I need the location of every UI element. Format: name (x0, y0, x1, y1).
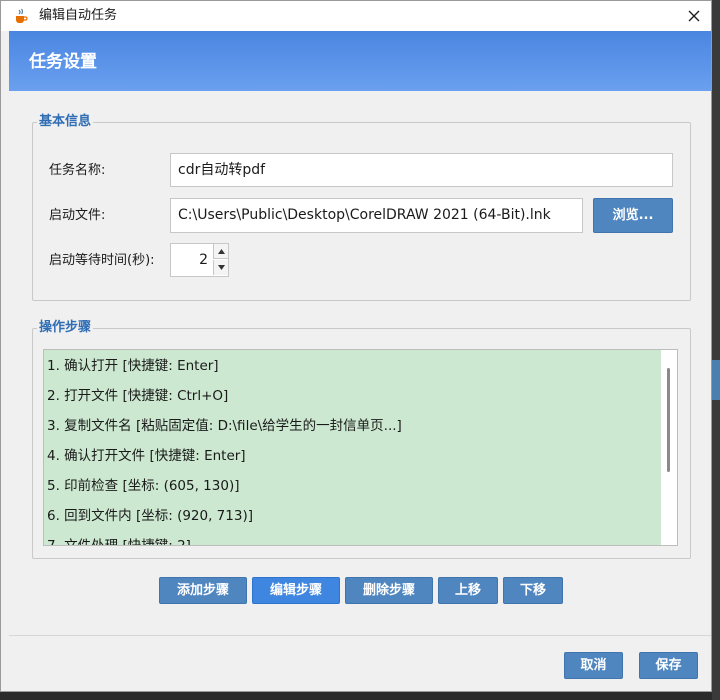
edit-step-button[interactable]: 编辑步骤 (252, 577, 340, 604)
steps-group-label: 操作步骤 (37, 320, 94, 336)
steps-scrollbar[interactable] (661, 350, 677, 545)
wait-time-label: 启动等待时间(秒): (49, 253, 155, 268)
close-icon[interactable] (683, 6, 705, 26)
basic-info-group-label: 基本信息 (37, 114, 94, 130)
header-title: 任务设置 (29, 52, 97, 72)
move-down-button[interactable]: 下移 (503, 577, 563, 604)
list-item[interactable]: 2. 打开文件 [快捷键: Ctrl+O] (47, 381, 228, 411)
wait-time-value[interactable]: 2 (199, 244, 208, 276)
steps-list[interactable]: 1. 确认打开 [快捷键: Enter] 2. 打开文件 [快捷键: Ctrl+… (43, 349, 678, 546)
list-item[interactable]: 3. 复制文件名 [粘贴固定值: D:\file\给学生的一封信单页...] (47, 411, 402, 441)
start-file-label: 启动文件: (49, 208, 106, 223)
background-window-strip (712, 0, 720, 700)
edit-task-dialog: 编辑自动任务 任务设置 基本信息 任务名称: cdr自动转pdf 启动文件: C… (0, 0, 712, 692)
background-window-fragment (712, 360, 720, 400)
title-bar[interactable]: 编辑自动任务 (1, 1, 711, 31)
add-step-button[interactable]: 添加步骤 (159, 577, 247, 604)
spinner-up-arrow-icon[interactable] (213, 244, 228, 259)
move-up-button[interactable]: 上移 (438, 577, 498, 604)
scrollbar-thumb[interactable] (667, 368, 670, 472)
delete-step-button[interactable]: 删除步骤 (345, 577, 433, 604)
task-name-label: 任务名称: (49, 163, 106, 178)
list-item[interactable]: 1. 确认打开 [快捷键: Enter] (47, 351, 219, 381)
window-left-edge (1, 31, 9, 691)
cancel-button[interactable]: 取消 (564, 652, 623, 679)
start-file-input[interactable]: C:\Users\Public\Desktop\CorelDRAW 2021 (… (170, 198, 583, 233)
window-title: 编辑自动任务 (39, 8, 118, 23)
save-button[interactable]: 保存 (639, 652, 698, 679)
list-item[interactable]: 5. 印前检查 [坐标: (605, 130)] (47, 471, 240, 501)
header-banner: 任务设置 (9, 31, 711, 91)
spinner-down-arrow-icon[interactable] (213, 260, 228, 275)
steps-list-content: 1. 确认打开 [快捷键: Enter] 2. 打开文件 [快捷键: Ctrl+… (44, 350, 661, 545)
list-item[interactable]: 4. 确认打开文件 [快捷键: Enter] (47, 441, 246, 471)
list-item[interactable]: 7. 文件处理 [快捷键: 2] (47, 531, 191, 545)
list-item[interactable]: 6. 回到文件内 [坐标: (920, 713)] (47, 501, 253, 531)
wait-time-spinner[interactable]: 2 (170, 243, 229, 277)
java-cup-icon (13, 8, 29, 24)
browse-button[interactable]: 浏览... (593, 198, 673, 233)
task-name-input[interactable]: cdr自动转pdf (170, 153, 673, 187)
